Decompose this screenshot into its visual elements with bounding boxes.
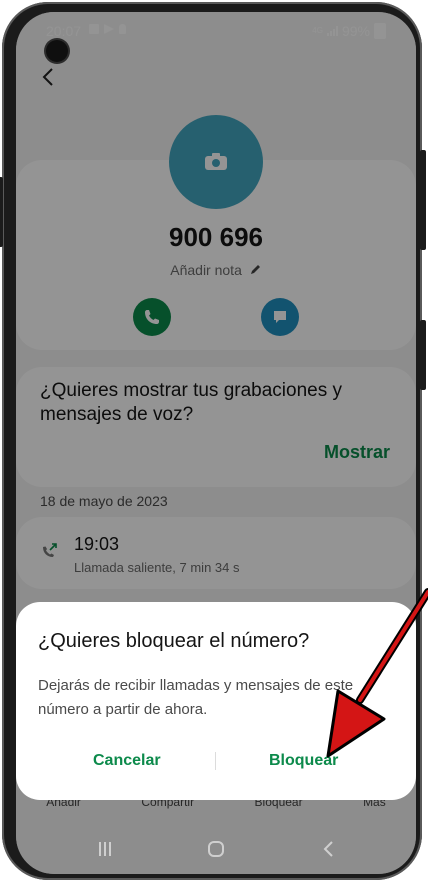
message-icon [274, 311, 286, 323]
play-store-notification-icon [104, 24, 114, 34]
recent-apps-icon[interactable] [96, 840, 114, 858]
phone-power-button [420, 320, 426, 390]
pencil-icon [250, 265, 260, 274]
home-icon[interactable] [207, 840, 225, 858]
signal-icon [326, 26, 338, 36]
phone-screen: 20:07 4G 99% 900 696 Añadir nota ¿Quiere… [16, 12, 416, 874]
dialog-title: ¿Quieres bloquear el número? [38, 630, 310, 652]
camera-icon [205, 153, 227, 170]
network-type-label: 4G [312, 26, 323, 35]
phone-frame: 20:07 4G 99% 900 696 Añadir nota ¿Quiere… [0, 2, 426, 880]
contact-avatar[interactable] [169, 115, 263, 209]
back-arrow-icon [42, 68, 53, 86]
keyhole-notification-icon [119, 24, 126, 34]
front-camera [46, 40, 68, 62]
cancel-button[interactable]: Cancelar [93, 752, 161, 770]
call-description: Llamada saliente, 7 min 34 s [74, 560, 240, 575]
history-date: 18 de mayo de 2023 [40, 493, 168, 509]
battery-percent: 99% [341, 23, 370, 39]
message-button[interactable] [261, 298, 299, 336]
status-bar: 20:07 4G 99% [16, 12, 416, 42]
battery-icon [374, 23, 386, 39]
add-note-label: Añadir nota [170, 262, 242, 278]
navigation-bar [16, 830, 416, 870]
gallery-notification-icon [89, 24, 99, 34]
phone-volume-button [420, 150, 426, 250]
show-button[interactable]: Mostrar [324, 442, 390, 463]
call-button[interactable] [133, 298, 171, 336]
phone-side-button-left [0, 177, 3, 247]
phone-icon [145, 310, 159, 324]
block-number-dialog: ¿Quieres bloquear el número? Dejarás de … [16, 602, 416, 800]
back-nav-icon[interactable] [320, 840, 338, 858]
outgoing-call-icon [43, 543, 57, 557]
call-time: 19:03 [74, 534, 120, 554]
notification-icons [89, 24, 126, 34]
voicemail-question: ¿Quieres mostrar tus grabaciones y mensa… [40, 380, 343, 425]
status-right: 4G 99% [312, 23, 386, 39]
back-arrow-button[interactable] [38, 66, 60, 88]
status-time: 20:07 [46, 23, 82, 39]
block-button[interactable]: Bloquear [269, 752, 338, 770]
add-note-link[interactable]: Añadir nota [16, 262, 416, 278]
dialog-button-divider [215, 752, 216, 770]
dialog-message: Dejarás de recibir llamadas y mensajes d… [38, 677, 354, 718]
contact-number: 900 696 [169, 222, 263, 252]
